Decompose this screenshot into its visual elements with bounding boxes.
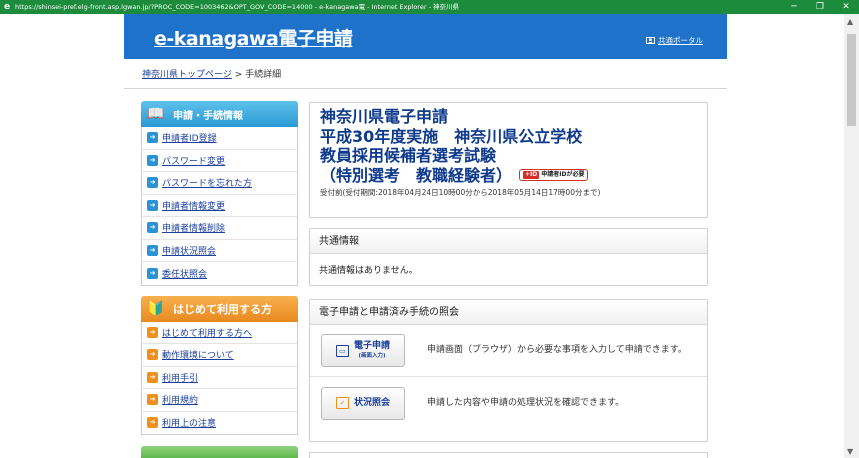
- beginner-mark-icon: 🔰: [147, 300, 165, 317]
- book-icon: 📖: [147, 106, 165, 122]
- title-line: 神奈川県電子申請: [320, 107, 449, 126]
- sidebar: 📖 申請・手続情報 ➜ 申請者ID登録 ➜ パスワード変更 ➜ パスワードを忘れた方 …: [141, 101, 298, 435]
- window-icon: ▪: [646, 37, 655, 44]
- apply-online-sublabel: (画面入力): [358, 352, 386, 359]
- ie-icon: e: [3, 2, 11, 12]
- window-title: https://shinsei-pref.elg-front.asp.lgwan…: [15, 3, 459, 11]
- arrow-right-icon: ➜: [147, 267, 158, 279]
- sidebar-item-terms[interactable]: ➜ 利用規約: [142, 389, 297, 412]
- reception-period: 受付前(受付期間:2018年04月24日10時00分から2018年05月14日1…: [320, 188, 601, 197]
- breadcrumb-home-link[interactable]: 神奈川県トップページ: [142, 70, 232, 80]
- site-header: e-kanagawa電子申請 ▪ 共通ポータル: [124, 14, 727, 59]
- sidebar-item-label[interactable]: 委任状照会: [162, 267, 207, 280]
- sidebar-item-label[interactable]: はじめて利用する方へ: [162, 326, 252, 339]
- close-button[interactable]: ✕: [833, 0, 859, 14]
- apply-online-button[interactable]: ▭ 電子申請 (画面入力): [321, 334, 405, 367]
- restore-button[interactable]: ❐: [807, 0, 833, 14]
- arrow-right-icon: ➜: [147, 394, 158, 406]
- sidebar-item-first-time[interactable]: ➜ はじめて利用する方へ: [142, 322, 297, 344]
- sidebar-item-change-password[interactable]: ➜ パスワード変更: [142, 150, 297, 172]
- sidebar-section-procedure: 📖 申請・手続情報: [141, 101, 298, 127]
- apply-row: ▭ 電子申請 (画面入力) 申請画面（ブラウザ）から必要な事項を入力して申請できま…: [310, 325, 707, 377]
- screen-input-icon: ▭: [335, 344, 349, 357]
- breadcrumb-current: 手続詳細: [245, 70, 282, 80]
- arrow-right-icon: ➜: [147, 326, 158, 338]
- title-line: （特別選考 教職経験者）: [320, 165, 513, 185]
- sidebar-item-notes[interactable]: ➜ 利用上の注意: [142, 412, 297, 435]
- sidebar-item-label[interactable]: 動作環境について: [162, 348, 234, 361]
- breadcrumb: 神奈川県トップページ > 手続詳細: [142, 67, 281, 80]
- vertical-scrollbar[interactable]: ▲ ▼: [844, 14, 859, 458]
- sidebar-item-label[interactable]: 利用手引: [162, 371, 198, 384]
- window-titlebar: e https://shinsei-pref.elg-front.asp.lgw…: [0, 0, 859, 14]
- sidebar-item-label[interactable]: 利用上の注意: [162, 416, 216, 429]
- breadcrumb-separator: >: [234, 70, 243, 80]
- status-inquiry-description: 申請した内容や申請の処理状況を確認できます。: [427, 397, 625, 408]
- common-info-heading: 共通情報: [310, 229, 707, 254]
- sidebar-section-title: 申請・手続情報: [173, 110, 243, 122]
- sidebar-item-status-inquiry[interactable]: ➜ 申請状況照会: [142, 240, 297, 262]
- scroll-down-icon[interactable]: ▼: [847, 447, 853, 456]
- sidebar-item-label[interactable]: 申請状況照会: [162, 244, 216, 257]
- id-icon: +ID: [523, 171, 540, 180]
- portal-link-label[interactable]: 共通ポータル: [658, 35, 703, 46]
- arrow-right-icon: ➜: [147, 371, 158, 383]
- title-line: 平成30年度実施 神奈川県公立学校: [320, 126, 583, 146]
- title-line: 教員採用候補者選考試験: [320, 146, 497, 165]
- sidebar-item-forgot-password[interactable]: ➜ パスワードを忘れた方: [142, 172, 297, 195]
- sidebar-section-beginners: 🔰 はじめて利用する方: [141, 295, 298, 322]
- apply-online-description: 申請画面（ブラウザ）から必要な事項を入力して申請できます。: [427, 345, 687, 355]
- sidebar-item-label[interactable]: 利用規約: [162, 393, 198, 406]
- sidebar-item-guide[interactable]: ➜ 利用手引: [142, 367, 297, 389]
- sidebar-item-environment[interactable]: ➜ 動作環境について: [142, 344, 297, 367]
- sidebar-item-label[interactable]: 申請者ID登録: [162, 131, 217, 144]
- scroll-thumb[interactable]: [847, 34, 856, 126]
- sidebar-section-title: はじめて利用する方: [173, 302, 272, 316]
- next-card: [309, 452, 708, 458]
- sidebar-item-proxy-inquiry[interactable]: ➜ 委任状照会: [142, 262, 297, 285]
- arrow-right-icon: ➜: [147, 349, 158, 361]
- scroll-up-icon[interactable]: ▲: [847, 17, 853, 26]
- portal-link[interactable]: ▪ 共通ポータル: [646, 35, 703, 46]
- sidebar-item-change-info[interactable]: ➜ 申請者情報変更: [142, 195, 297, 217]
- minimize-button[interactable]: ─: [781, 0, 807, 14]
- arrow-right-icon: ➜: [147, 177, 158, 189]
- sidebar-item-label[interactable]: パスワードを忘れた方: [162, 176, 252, 189]
- arrow-right-icon: ➜: [147, 132, 158, 144]
- procedure-title-card: 神奈川県電子申請 平成30年度実施 神奈川県公立学校 教員採用候補者選考試験 （…: [309, 102, 708, 218]
- sidebar-item-delete-info[interactable]: ➜ 申請者情報削除: [142, 217, 297, 240]
- sidebar-item-label[interactable]: 申請者情報削除: [162, 221, 225, 234]
- status-row: ✓ 状況照会 申請した内容や申請の処理状況を確認できます。: [310, 377, 707, 429]
- arrow-right-icon: ➜: [147, 154, 158, 166]
- status-inquiry-label: 状況照会: [353, 398, 390, 408]
- arrow-right-icon: ➜: [147, 222, 158, 234]
- arrow-right-icon: ➜: [147, 244, 158, 256]
- sidebar-item-register-id[interactable]: ➜ 申請者ID登録: [142, 127, 297, 150]
- sidebar-item-label[interactable]: パスワード変更: [162, 154, 225, 167]
- status-inquiry-button[interactable]: ✓ 状況照会: [321, 386, 405, 420]
- common-info-card: 共通情報 共通情報はありません。: [309, 228, 708, 286]
- sidebar-menu-procedure: ➜ 申請者ID登録 ➜ パスワード変更 ➜ パスワードを忘れた方 ➜ 申請者情報変更 ➜…: [141, 127, 298, 286]
- apply-online-label: 電子申請: [353, 340, 390, 351]
- sidebar-section-more: [141, 446, 298, 458]
- arrow-right-icon: ➜: [147, 199, 158, 211]
- arrow-right-icon: ➜: [147, 417, 158, 429]
- id-required-label: 申請者IDが必要: [541, 171, 585, 179]
- sidebar-item-label[interactable]: 申請者情報変更: [162, 199, 225, 212]
- site-logo[interactable]: e-kanagawa電子申請: [154, 24, 353, 51]
- sidebar-menu-beginners: ➜ はじめて利用する方へ ➜ 動作環境について ➜ 利用手引 ➜ 利用規約 ➜ 利用上の注…: [141, 321, 298, 435]
- divider: [124, 88, 727, 89]
- common-info-body: 共通情報はありません。: [319, 266, 418, 276]
- procedure-title: 神奈川県電子申請 平成30年度実施 神奈川県公立学校 教員採用候補者選考試験 （…: [320, 107, 697, 185]
- checkbox-icon: ✓: [335, 397, 349, 409]
- apply-card: 電子申請と申請済み手続の照会 ▭ 電子申請 (画面入力) 申請画面（ブラウザ）から…: [309, 299, 708, 442]
- id-required-badge: +ID 申請者IDが必要: [519, 169, 589, 182]
- apply-heading: 電子申請と申請済み手続の照会: [310, 300, 707, 325]
